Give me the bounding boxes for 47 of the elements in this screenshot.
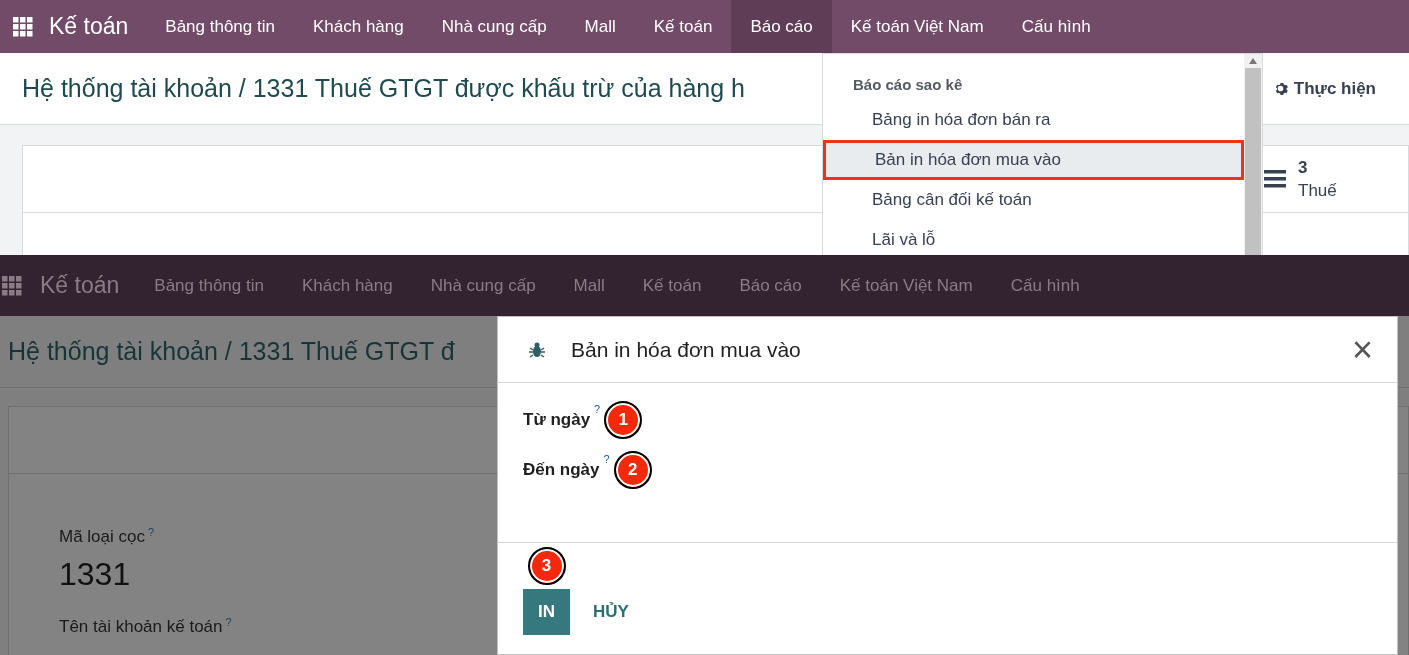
dialog-title: Bản in hóa đơn mua vào	[571, 336, 802, 363]
print-button[interactable]: IN	[523, 589, 570, 635]
list-icon	[1264, 168, 1286, 190]
scroll-up-icon[interactable]	[1249, 58, 1257, 64]
nav-menu-item[interactable]: Mall	[565, 0, 635, 53]
nav-menu-item[interactable]: Kế toán	[623, 272, 721, 299]
stat-value: 3	[1298, 157, 1309, 179]
stat-label: Thuế	[1298, 180, 1337, 202]
field-value: 1331	[59, 554, 131, 594]
app-brand[interactable]: Kế toán	[40, 268, 120, 303]
breadcrumb: Hệ thống tài khoản / 1331 Thuế GTGT được khấu trừ của hàng h	[21, 72, 745, 104]
nav-menu-item[interactable]: Báo cáo	[731, 0, 832, 53]
help-icon[interactable]: ?	[603, 451, 610, 468]
apps-menu-icon[interactable]	[13, 16, 33, 37]
menu-item[interactable]: Bản in hóa đơn mua vào	[823, 140, 1244, 180]
nav-menu-item[interactable]: Cấu hình	[1002, 0, 1110, 53]
nav-menu-item[interactable]: Cấu hình	[991, 272, 1099, 299]
nav-menu-item[interactable]: Khách hàng	[293, 0, 423, 53]
field-label: Mã loại cọc	[59, 526, 145, 548]
nav-menu-item[interactable]: Bảng thông tin	[135, 272, 283, 299]
field-label: Tên tài khoản kế toán	[59, 615, 223, 638]
nav-menu-item[interactable]: Kế toán Việt Nam	[831, 0, 1003, 53]
nav-menu-item[interactable]: Mall	[554, 272, 624, 299]
menu-item[interactable]: Bảng cân đối kế toán	[823, 180, 1244, 220]
menu-item[interactable]: Lãi và lỗ	[823, 220, 1244, 255]
nav-menu-item[interactable]: Kế toán	[634, 0, 732, 53]
nav-menu-item[interactable]: Bảng thông tin	[146, 0, 294, 53]
field-label: Từ ngày	[523, 409, 591, 432]
nav-menu-item[interactable]: Báo cáo	[720, 272, 821, 299]
step-marker: 2	[613, 451, 652, 489]
apps-menu-icon[interactable]	[2, 275, 22, 296]
field-label: Đến ngày	[523, 459, 600, 482]
help-icon[interactable]: ?	[594, 401, 601, 418]
app-brand[interactable]: Kế toán	[49, 9, 129, 44]
nav-menu-item[interactable]: Kế toán Việt Nam	[820, 272, 992, 299]
nav-menu-item[interactable]: Nhà cung cấp	[411, 272, 555, 299]
scrollbar[interactable]	[1244, 54, 1262, 255]
breadcrumb: Hệ thống tài khoản / 1331 Thuế GTGT đ	[7, 335, 455, 367]
bug-icon	[528, 340, 546, 359]
nav-menu-item[interactable]: Khách hàng	[282, 272, 412, 299]
action-button[interactable]: Thực hiện	[1272, 75, 1409, 102]
step-marker: 3	[527, 547, 566, 585]
nav-menu-item[interactable]: Nhà cung cấp	[422, 0, 566, 53]
step-marker: 1	[604, 401, 643, 439]
menu-item[interactable]: Bảng in hóa đơn bán ra	[823, 100, 1244, 140]
close-button[interactable]: ×	[1351, 331, 1373, 368]
menu-section-header: Báo cáo sao kê	[852, 75, 964, 95]
